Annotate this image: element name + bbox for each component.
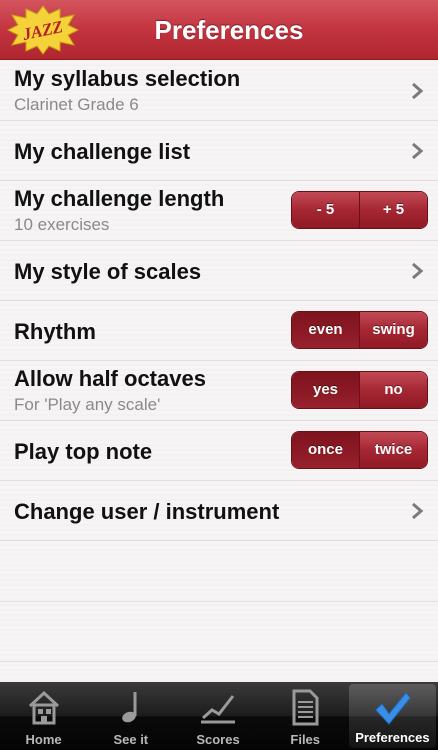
half-octaves-note: For 'Play any scale' — [14, 395, 161, 414]
half-octaves-segmented-control: yes no — [291, 371, 428, 409]
challenge-list-label: My challenge list — [14, 139, 191, 164]
row-half-octaves: Allow half octaves For 'Play any scale' … — [0, 361, 438, 421]
increase-button[interactable]: + 5 — [359, 192, 427, 228]
chevron-right-icon — [412, 142, 424, 160]
preferences-list: My syllabus selection Clarinet Grade 6 M… — [0, 61, 438, 681]
tab-label: See it — [113, 732, 149, 747]
divider — [0, 661, 438, 662]
decrease-button[interactable]: - 5 — [292, 192, 359, 228]
divider — [0, 601, 438, 602]
top-note-twice-option[interactable]: twice — [359, 432, 427, 468]
challenge-length-stepper: - 5 + 5 — [291, 191, 428, 229]
tab-preferences[interactable]: Preferences — [348, 684, 437, 748]
nav-bar: JAZZ Preferences — [0, 0, 438, 60]
chevron-right-icon — [412, 82, 424, 100]
challenge-length-label: My challenge length — [14, 186, 225, 211]
house-icon — [28, 690, 59, 725]
row-rhythm: Rhythm even swing — [0, 301, 438, 361]
chevron-right-icon — [412, 262, 424, 280]
syllabus-label: My syllabus selection — [14, 66, 241, 91]
chart-trend-icon — [201, 695, 235, 724]
half-octaves-yes-option[interactable]: yes — [292, 372, 359, 408]
top-note-once-option[interactable]: once — [292, 432, 359, 468]
rhythm-even-option[interactable]: even — [292, 312, 359, 348]
tab-see-it[interactable]: See it — [87, 682, 174, 750]
music-note-icon — [122, 692, 137, 723]
rhythm-segmented-control: even swing — [291, 311, 428, 349]
row-syllabus-selection[interactable]: My syllabus selection Clarinet Grade 6 — [0, 61, 438, 121]
tab-home[interactable]: Home — [0, 682, 87, 750]
tab-files[interactable]: Files — [262, 682, 349, 750]
tab-label: Files — [290, 732, 321, 747]
checkmark-icon — [375, 692, 412, 725]
rhythm-swing-option[interactable]: swing — [359, 312, 427, 348]
top-note-label: Play top note — [14, 439, 153, 464]
tab-bar: Home See it Scores Files Preferences — [0, 682, 438, 750]
scales-style-label: My style of scales — [14, 259, 202, 284]
rhythm-label: Rhythm — [14, 319, 96, 344]
half-octaves-no-option[interactable]: no — [359, 372, 427, 408]
row-change-user[interactable]: Change user / instrument — [0, 481, 438, 541]
tab-scores[interactable]: Scores — [174, 682, 261, 750]
half-octaves-label: Allow half octaves — [14, 366, 206, 391]
challenge-length-value: 10 exercises — [14, 215, 110, 234]
page-title: Preferences — [154, 15, 304, 45]
row-top-note: Play top note once twice — [0, 421, 438, 481]
row-challenge-length: My challenge length 10 exercises - 5 + 5 — [0, 181, 438, 241]
tab-label: Scores — [196, 732, 240, 747]
syllabus-value: Clarinet Grade 6 — [14, 95, 139, 114]
row-challenge-list[interactable]: My challenge list — [0, 121, 438, 181]
chevron-right-icon — [412, 502, 424, 520]
tab-label: Preferences — [355, 730, 430, 745]
top-note-segmented-control: once twice — [291, 431, 428, 469]
tab-label: Home — [25, 732, 62, 747]
document-icon — [292, 689, 319, 726]
change-user-label: Change user / instrument — [14, 499, 280, 524]
row-scales-style[interactable]: My style of scales — [0, 241, 438, 301]
